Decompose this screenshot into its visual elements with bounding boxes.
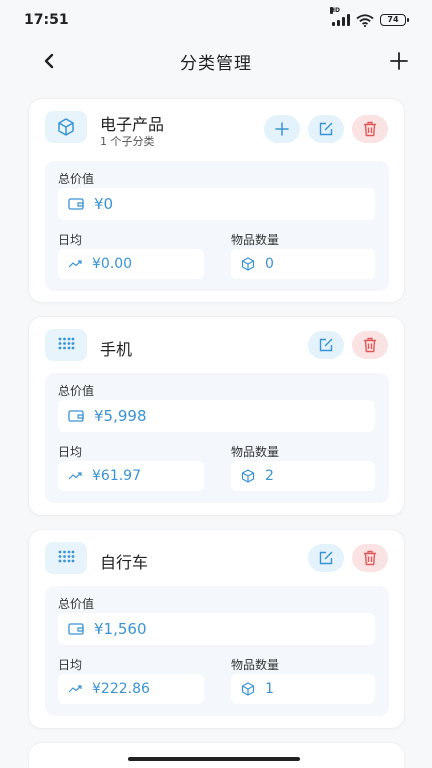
stats-panel: 总价值 ¥1,560 日均 物品数量 ¥222.86 1 [45, 586, 389, 716]
box-icon [241, 682, 255, 696]
daily-label: 日均 [58, 445, 83, 459]
item-count-label: 物品数量 [231, 445, 280, 459]
category-card[interactable]: 手机 总价值 ¥5,998 日均 物品数量 ¥61.97 2 [28, 316, 405, 516]
trash-icon [364, 337, 376, 353]
delete-button[interactable] [352, 544, 388, 572]
item-count-text: 1 [265, 681, 274, 697]
delete-button[interactable] [352, 115, 388, 143]
trend-up-icon [68, 260, 82, 268]
edit-button[interactable] [308, 331, 344, 359]
edit-icon [319, 338, 333, 352]
chevron-left-icon [44, 53, 54, 69]
daily-value-text: ¥61.97 [92, 468, 141, 484]
network-type-label: HD [330, 7, 341, 14]
box-icon [241, 257, 255, 271]
stats-panel: 总价值 ¥0 日均 物品数量 ¥0.00 0 [45, 161, 389, 291]
category-card[interactable]: 电子产品 1 个子分类 总价值 ¥0 日均 物品数量 ¥0.00 0 [28, 98, 405, 303]
daily-value-text: ¥222.86 [92, 681, 150, 697]
back-button[interactable] [36, 48, 62, 74]
stats-panel: 总价值 ¥5,998 日均 物品数量 ¥61.97 2 [45, 373, 389, 503]
box-icon [241, 469, 255, 483]
total-value-text: ¥5,998 [94, 407, 147, 425]
trend-up-icon [68, 685, 82, 693]
trash-icon [364, 550, 376, 566]
total-value-label: 总价值 [58, 597, 95, 611]
edit-button[interactable] [308, 544, 344, 572]
category-name: 电子产品 [100, 115, 165, 134]
delete-button[interactable] [352, 331, 388, 359]
wallet-icon [68, 623, 84, 635]
wallet-icon [68, 198, 84, 210]
category-card[interactable]: 自行车 总价值 ¥1,560 日均 物品数量 ¥222.86 1 [28, 529, 405, 729]
home-indicator[interactable] [128, 757, 300, 761]
item-count-label: 物品数量 [231, 658, 280, 672]
trash-icon [364, 121, 376, 137]
page-title: 分类管理 [180, 53, 252, 74]
total-value: ¥1,560 [58, 613, 375, 645]
item-count-value: 2 [231, 461, 375, 491]
item-count-text: 2 [265, 468, 274, 484]
grid-dots-icon [45, 329, 87, 361]
plus-icon [275, 122, 289, 136]
daily-label: 日均 [58, 658, 83, 672]
item-count-value: 0 [231, 249, 375, 279]
signal-icon: HD [330, 7, 350, 26]
header: 分类管理 [0, 40, 432, 82]
status-time: 17:51 [24, 12, 69, 28]
total-value-label: 总价值 [58, 384, 95, 398]
total-value: ¥0 [58, 188, 375, 220]
item-count-value: 1 [231, 674, 375, 704]
grid-dots-icon [45, 542, 87, 574]
edit-button[interactable] [308, 115, 344, 143]
total-value-text: ¥0 [94, 195, 114, 213]
item-count-label: 物品数量 [231, 233, 280, 247]
category-card-partial[interactable] [28, 742, 405, 768]
total-value: ¥5,998 [58, 400, 375, 432]
plus-icon [390, 52, 408, 70]
category-name: 自行车 [100, 553, 149, 572]
category-name: 手机 [100, 340, 133, 359]
add-category-button[interactable] [386, 48, 412, 74]
daily-value: ¥0.00 [58, 249, 204, 279]
daily-value: ¥222.86 [58, 674, 204, 704]
daily-label: 日均 [58, 233, 83, 247]
subcategory-count: 1 个子分类 [100, 135, 155, 148]
wallet-icon [68, 410, 84, 422]
edit-icon [319, 122, 333, 136]
status-bar: 17:51 HD 74 [0, 0, 432, 40]
wifi-icon [356, 13, 374, 27]
status-icons: HD 74 [330, 7, 409, 27]
trend-up-icon [68, 472, 82, 480]
daily-value-text: ¥0.00 [92, 256, 133, 272]
item-count-text: 0 [265, 256, 274, 272]
battery-icon: 74 [380, 14, 409, 26]
total-value-label: 总价值 [58, 172, 95, 186]
total-value-text: ¥1,560 [94, 620, 147, 638]
add-subcategory-button[interactable] [264, 115, 300, 143]
edit-icon [319, 551, 333, 565]
cube-icon [45, 111, 87, 143]
daily-value: ¥61.97 [58, 461, 204, 491]
